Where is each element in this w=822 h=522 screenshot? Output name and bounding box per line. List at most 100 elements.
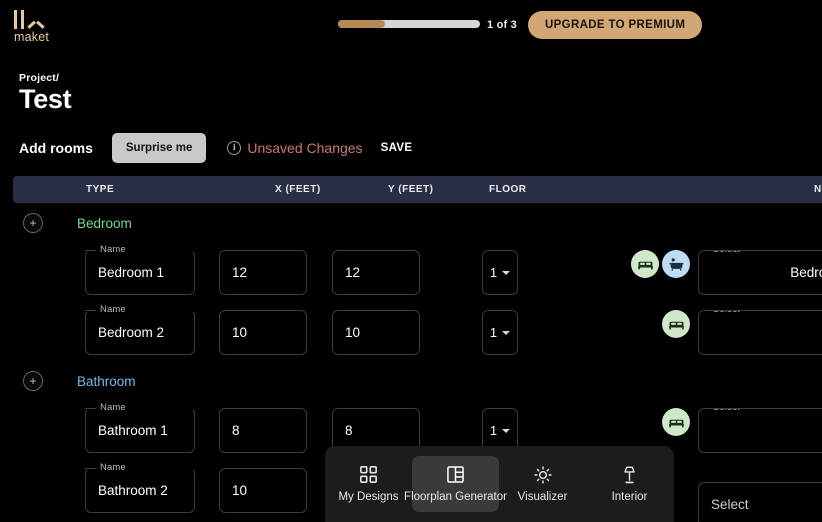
room-select-label: Select xyxy=(709,251,745,255)
column-header-next: N xyxy=(814,184,822,195)
add-bathroom-button[interactable]: + xyxy=(23,371,43,391)
save-button[interactable]: SAVE xyxy=(379,138,415,158)
room-name-value: Bedroom 1 xyxy=(98,265,165,280)
room-name-label: Name xyxy=(96,304,130,315)
bed-icon-glyph xyxy=(668,419,684,427)
nav-label-floorplan-generator: Floorplan Generator xyxy=(404,490,507,503)
grid-icon xyxy=(360,466,377,484)
room-x-field[interactable]: 10 xyxy=(219,468,307,513)
room-x-field[interactable]: 10 xyxy=(219,310,307,355)
room-select-label: Select xyxy=(709,311,745,315)
action-toolbar: Add rooms Surprise me i Unsaved Changes … xyxy=(19,131,414,165)
sun-icon xyxy=(533,465,552,484)
plan-progress-bar xyxy=(338,20,480,28)
floorplan-icon xyxy=(447,466,464,484)
floorplan-icon-glyph xyxy=(447,466,464,483)
field-notch xyxy=(85,310,96,311)
field-notch xyxy=(85,468,96,469)
nav-label-my-designs: My Designs xyxy=(338,490,399,503)
app-root: maket 1 of 3 UPGRADE TO PREMIUM Project/… xyxy=(0,0,822,522)
room-x-field[interactable]: 12 xyxy=(219,250,307,295)
field-notch xyxy=(85,250,96,251)
logo-chevron-icon xyxy=(29,17,43,29)
nav-item-visualizer[interactable]: Visualizer xyxy=(499,456,586,512)
room-y-value: 8 xyxy=(345,423,353,438)
room-select-field[interactable]: Select xyxy=(698,408,822,453)
room-name-field[interactable]: Name Bedroom 2 xyxy=(85,304,195,355)
lamp-icon xyxy=(622,466,637,484)
room-select-label: Select xyxy=(709,409,745,413)
room-name-field[interactable]: Name Bathroom 2 xyxy=(85,462,195,513)
room-floor-value: 1 xyxy=(489,325,498,340)
room-y-field[interactable]: 12 xyxy=(332,250,420,295)
info-icon[interactable]: i xyxy=(227,141,242,155)
table-header-row: TYPE X (FEET) Y (FEET) FLOOR N xyxy=(13,176,822,203)
nav-label-visualizer: Visualizer xyxy=(517,490,568,503)
room-name-value: Bathroom 1 xyxy=(98,423,168,438)
room-name-label: Name xyxy=(96,402,130,413)
room-x-value: 12 xyxy=(232,265,248,280)
progress-fill xyxy=(338,20,385,28)
progress-label: 1 of 3 xyxy=(487,19,517,31)
bathtub-icon-glyph xyxy=(669,257,683,271)
column-header-floor: FLOOR xyxy=(489,184,527,195)
add-rooms-label: Add rooms xyxy=(19,140,93,156)
chevron-down-icon xyxy=(502,428,511,433)
room-floor-value: 1 xyxy=(489,265,498,280)
nav-item-my-designs[interactable]: My Designs xyxy=(325,456,412,512)
lamp-icon-glyph xyxy=(624,466,635,483)
room-select-field[interactable]: Select xyxy=(698,310,822,355)
top-bar: maket 1 of 3 UPGRADE TO PREMIUM xyxy=(0,0,822,52)
bed-icon[interactable] xyxy=(631,250,659,278)
bed-icon-glyph xyxy=(668,321,684,329)
nav-item-interior[interactable]: Interior xyxy=(586,456,673,512)
maket-logo-icon xyxy=(14,9,66,29)
bed-icon-glyph xyxy=(637,261,653,269)
brand-logo[interactable]: maket xyxy=(14,9,66,44)
upgrade-to-premium-button[interactable]: UPGRADE TO PREMIUM xyxy=(528,11,703,39)
add-bedroom-button[interactable]: + xyxy=(23,213,43,233)
surprise-me-button[interactable]: Surprise me xyxy=(111,133,207,163)
room-y-value: 10 xyxy=(345,325,361,340)
group-header-bedroom: + Bedroom xyxy=(23,213,132,233)
room-y-field[interactable]: 10 xyxy=(332,310,420,355)
column-header-x: X (FEET) xyxy=(275,184,321,195)
page-title: Test xyxy=(19,84,72,114)
room-x-value: 8 xyxy=(232,423,240,438)
room-name-label: Name xyxy=(96,462,130,473)
room-floor-select[interactable]: 1 xyxy=(482,250,518,295)
bottom-navigation: My Designs Floorplan Generator Visualize… xyxy=(325,446,674,522)
brand-name: maket xyxy=(14,30,50,44)
room-select-field[interactable]: Select xyxy=(698,482,822,522)
progress-track xyxy=(338,20,480,28)
column-header-y: Y (FEET) xyxy=(388,184,434,195)
logo-bar-2 xyxy=(21,10,24,29)
room-floor-select[interactable]: 1 xyxy=(482,310,518,355)
chevron-down-icon xyxy=(502,270,511,275)
grid-icon-glyph xyxy=(360,466,377,483)
room-select-field[interactable]: Select Bedroom xyxy=(698,250,822,295)
room-name-value: Bedroom 2 xyxy=(98,325,165,340)
group-label-bathroom: Bathroom xyxy=(77,373,136,389)
room-select-value: Bedroom xyxy=(790,265,822,280)
room-y-value: 12 xyxy=(345,265,361,280)
group-label-bedroom: Bedroom xyxy=(77,215,132,231)
room-name-value: Bathroom 2 xyxy=(98,483,168,498)
group-header-bathroom: + Bathroom xyxy=(23,371,136,391)
bed-icon[interactable] xyxy=(662,408,690,436)
room-x-value: 10 xyxy=(232,483,248,498)
room-x-field[interactable]: 8 xyxy=(219,408,307,453)
field-notch xyxy=(85,408,96,409)
room-name-field[interactable]: Name Bedroom 1 xyxy=(85,244,195,295)
bed-icon[interactable] xyxy=(662,310,690,338)
breadcrumb: Project/ xyxy=(19,72,60,84)
room-name-label: Name xyxy=(96,244,130,255)
room-name-field[interactable]: Name Bathroom 1 xyxy=(85,402,195,453)
bathtub-icon[interactable] xyxy=(662,250,690,278)
room-floor-value: 1 xyxy=(489,423,498,438)
room-select-placeholder: Select xyxy=(711,497,749,512)
unsaved-changes-status: Unsaved Changes xyxy=(247,140,363,156)
nav-item-floorplan-generator[interactable]: Floorplan Generator xyxy=(404,456,507,512)
logo-bar-1 xyxy=(14,10,17,29)
room-x-value: 10 xyxy=(232,325,248,340)
